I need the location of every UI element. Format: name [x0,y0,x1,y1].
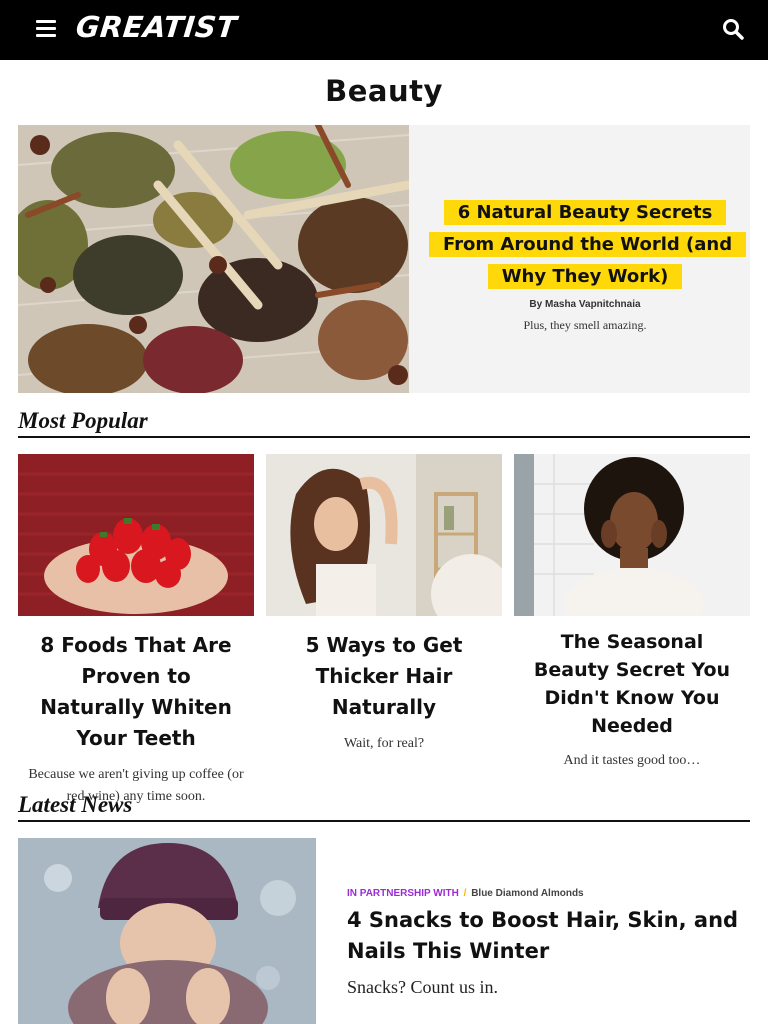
hero-image-spices[interactable] [18,125,409,393]
author-link[interactable]: Masha Vapnitchnaia [545,299,641,310]
latest-article: IN PARTNERSHIP WITH / Blue Diamond Almon… [347,888,747,998]
woman-winter-hat-image[interactable] [18,838,316,1024]
latest-news-heading: Latest News [18,792,750,822]
card-dek: And it tastes good too… [563,753,701,768]
card-title[interactable]: 5 Ways to Get Thicker Hair Naturally [266,630,502,723]
woman-hair-mirror-image[interactable] [266,454,502,616]
sponsor-brand-link[interactable]: Blue Diamond Almonds [471,888,583,899]
greatist-logo[interactable]: GREATIST [74,10,238,44]
strawberries-image[interactable] [18,454,254,616]
byline-prefix: By [529,299,543,310]
top-navigation-bar: GREATIST [0,0,768,60]
hero-text-block: 6 Natural Beauty Secrets From Around the… [429,197,747,333]
hero-byline: By Masha Vapnitchnaia [429,299,741,310]
page-title: Beauty [325,74,443,108]
most-popular-heading: Most Popular [18,408,750,438]
latest-article-title[interactable]: 4 Snacks to Boost Hair, Skin, and Nails … [347,905,747,967]
sponsor-separator: / [463,888,467,899]
latest-article-dek: Snacks? Count us in. [347,977,498,997]
woman-skincare-image[interactable] [514,454,750,616]
hero-article-title[interactable]: 6 Natural Beauty Secrets From Around the… [429,197,747,293]
sponsor-line: IN PARTNERSHIP WITH / Blue Diamond Almon… [347,888,747,899]
hero-dek: Plus, they smell amazing. [523,318,647,332]
popular-card[interactable]: The Seasonal Beauty Secret You Didn't Kn… [514,454,750,772]
hamburger-menu-icon[interactable] [36,20,56,38]
search-icon[interactable] [722,18,744,40]
hero-feature: 6 Natural Beauty Secrets From Around the… [18,125,750,393]
card-title[interactable]: The Seasonal Beauty Secret You Didn't Kn… [514,628,750,740]
popular-card[interactable]: 5 Ways to Get Thicker Hair Naturally Wai… [266,454,502,755]
popular-card[interactable]: 8 Foods That Are Proven to Naturally Whi… [18,454,254,808]
sponsor-tag: IN PARTNERSHIP WITH [347,888,459,899]
card-dek: Wait, for real? [343,736,425,751]
card-title[interactable]: 8 Foods That Are Proven to Naturally Whi… [18,630,254,754]
